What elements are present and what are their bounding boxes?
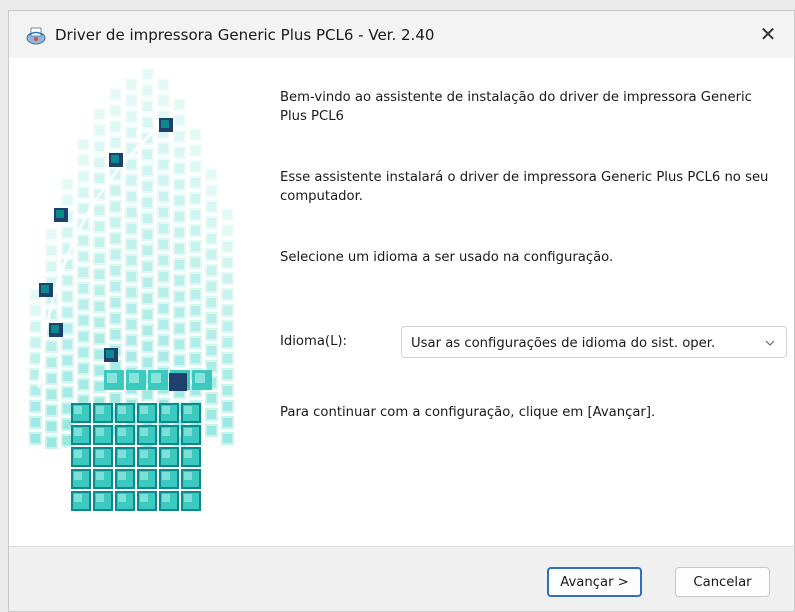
side-banner-image [9,58,259,546]
chevron-down-icon [765,340,775,346]
cubes-illustration [29,68,234,511]
close-button[interactable]: ✕ [748,15,788,53]
next-button[interactable]: Avançar > [547,567,642,597]
welcome-text: Bem-vindo ao assistente de instalação do… [280,90,752,124]
window-title: Driver de impressora Generic Plus PCL6 -… [55,25,435,44]
select-language-text: Selecione um idioma a ser usado na confi… [280,250,614,265]
close-icon: ✕ [759,22,777,46]
language-dropdown[interactable]: Usar as configurações de idioma do sist.… [401,326,787,358]
install-description: Esse assistente instalará o driver de im… [280,170,769,204]
language-row: Idioma(L): Usar as configurações de idio… [280,326,790,358]
cancel-button[interactable]: Cancelar [675,567,770,597]
button-bar: Avançar > Cancelar [9,546,794,611]
continue-instruction: Para continuar com a configuração, cliqu… [280,405,656,420]
language-label: Idioma(L): [280,334,347,349]
title-bar: Driver de impressora Generic Plus PCL6 -… [9,11,794,58]
printer-app-icon [25,24,47,46]
installer-window: Driver de impressora Generic Plus PCL6 -… [8,10,795,612]
wizard-content: Bem-vindo ao assistente de instalação do… [9,58,794,546]
language-dropdown-value: Usar as configurações de idioma do sist.… [411,336,716,351]
